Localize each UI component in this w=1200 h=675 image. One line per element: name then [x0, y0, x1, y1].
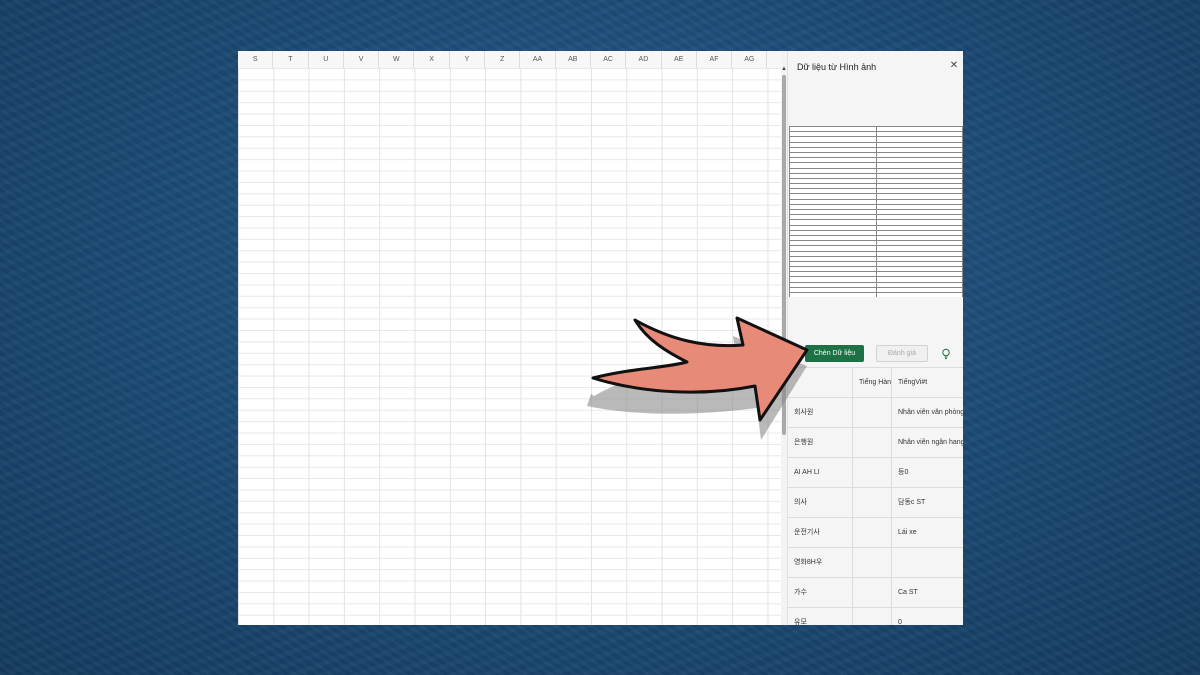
- review-button[interactable]: Đánh giá: [876, 345, 928, 362]
- column-header-row: S T U V W X Y Z AA AB AC AD AE AF AG: [238, 51, 781, 69]
- preview-cell: [789, 291, 877, 297]
- table-row: 유모 0: [788, 608, 963, 625]
- results-cell[interactable]: [853, 518, 892, 547]
- results-header-cell[interactable]: Tiếng Hàn: [853, 368, 892, 397]
- image-preview: [789, 126, 963, 297]
- column-header[interactable]: AA: [520, 51, 556, 68]
- table-row: 의사 담동c ST: [788, 488, 963, 518]
- column-header[interactable]: AB: [556, 51, 591, 68]
- lightbulb-icon[interactable]: [941, 348, 951, 360]
- column-header[interactable]: AG: [732, 51, 768, 68]
- column-header[interactable]: Z: [485, 51, 521, 68]
- preview-cell: [875, 291, 963, 297]
- column-header[interactable]: AF: [697, 51, 733, 68]
- table-row: AI AH LI 등0: [788, 458, 963, 488]
- close-icon[interactable]: ✕: [948, 60, 960, 71]
- column-header[interactable]: X: [414, 51, 450, 68]
- column-header[interactable]: T: [273, 51, 309, 68]
- table-row: 영화8H우: [788, 548, 963, 578]
- results-cell[interactable]: 담동c ST: [892, 488, 963, 517]
- arrow-icon: [587, 316, 809, 440]
- results-cell[interactable]: [853, 488, 892, 517]
- column-header[interactable]: AC: [591, 51, 627, 68]
- results-cell[interactable]: [892, 548, 963, 577]
- results-cell[interactable]: 등0: [892, 458, 963, 487]
- results-cell[interactable]: 운전기사: [788, 518, 853, 547]
- results-cell[interactable]: 0: [892, 608, 963, 625]
- column-header[interactable]: Y: [450, 51, 486, 68]
- column-header[interactable]: AD: [626, 51, 662, 68]
- table-row: 가수 Ca ST: [788, 578, 963, 608]
- results-cell[interactable]: [853, 608, 892, 625]
- results-cell[interactable]: Lái xe: [892, 518, 963, 547]
- table-row: 운전기사 Lái xe: [788, 518, 963, 548]
- column-header[interactable]: S: [238, 51, 274, 68]
- results-cell[interactable]: 가수: [788, 578, 853, 607]
- results-cell[interactable]: [853, 458, 892, 487]
- results-cell[interactable]: Nhân viên văn phòng: [892, 398, 963, 427]
- results-cell[interactable]: [853, 548, 892, 577]
- results-cell[interactable]: 유모: [788, 608, 853, 625]
- column-header[interactable]: W: [379, 51, 415, 68]
- results-cell[interactable]: [853, 398, 892, 427]
- results-cell[interactable]: 의사: [788, 488, 853, 517]
- column-header[interactable]: U: [309, 51, 344, 68]
- pane-title: Dữ liệu từ Hình ảnh: [797, 62, 877, 72]
- results-cell[interactable]: 영화8H우: [788, 548, 853, 577]
- results-cell[interactable]: AI AH LI: [788, 458, 853, 487]
- results-cell[interactable]: Nhân viên ngân hang: [892, 428, 963, 457]
- column-header[interactable]: V: [344, 51, 380, 68]
- results-cell[interactable]: Ca ST: [892, 578, 963, 607]
- results-cell[interactable]: [853, 428, 892, 457]
- results-header-cell[interactable]: TiếngVi#t: [892, 368, 963, 397]
- column-header[interactable]: AE: [662, 51, 697, 68]
- results-cell[interactable]: [853, 578, 892, 607]
